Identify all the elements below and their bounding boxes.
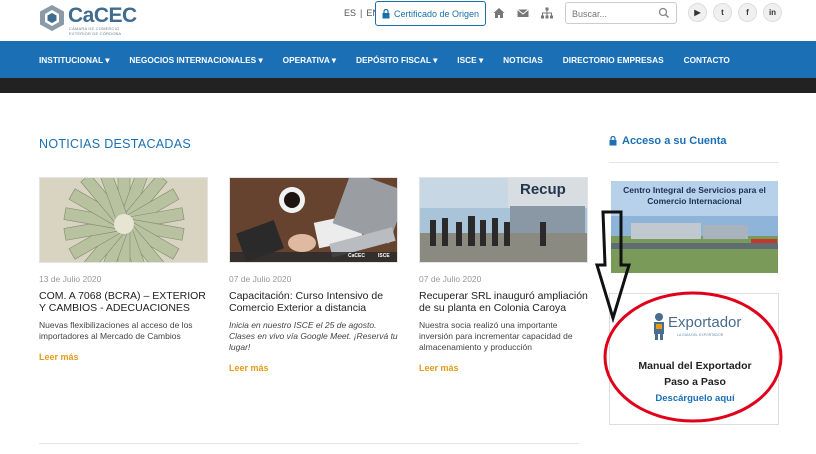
exporter-logo: Exportador LA GUÍA DEL EXPORTADOR [652,312,742,342]
image-brand-isce: ISCE [378,253,390,259]
facebook-icon[interactable]: f [738,3,757,22]
search-icon[interactable] [658,6,670,20]
sidebar-divider [609,162,779,163]
certificado-origen-button[interactable]: Certificado de Origen [375,1,486,26]
cacec-logo-icon [40,5,64,31]
lang-es[interactable]: ES [344,8,356,18]
top-bar: CaCEC CÁMARA DE COMERCIO EXTERIOR DE CÓR… [0,0,816,41]
news-date: 07 de Julio 2020 [229,274,292,284]
search-box [565,2,677,24]
exporter-title-line-1: Manual del Exportador [638,360,752,372]
lock-icon [609,136,617,146]
social-links: ▶ t f in [688,3,782,22]
account-access-label: Acceso a su Cuenta [622,135,727,147]
news-summary: Nuestra socia realizó una importante inv… [419,320,573,352]
read-more-link[interactable]: Leer más [419,363,588,373]
nav-item-deposito-fiscal[interactable]: DEPÓSITO FISCAL ▾ [356,55,437,65]
content-divider [39,443,579,444]
youtube-icon[interactable]: ▶ [688,3,707,22]
sitemap-icon[interactable] [540,6,554,20]
twitter-icon[interactable]: t [713,3,732,22]
exporter-manual-card[interactable]: Exportador LA GUÍA DEL EXPORTADOR Manual… [609,293,779,425]
read-more-link[interactable]: Leer más [39,352,208,362]
section-title: NOTICIAS DESTACADAS [39,137,192,151]
news-card: 13 de Julio 2020 COM. A 7068 (BCRA) – EX… [39,177,208,362]
download-link[interactable]: Descárguelo aquí [610,393,780,404]
nav-item-negocios-internacionales[interactable]: NEGOCIOS INTERNACIONALES ▾ [129,55,262,65]
account-access-link[interactable]: Acceso a su Cuenta [609,135,727,147]
news-image-laptop[interactable]: CaCEC ISCE [229,177,398,263]
news-date: 13 de Julio 2020 [39,274,102,284]
top-icons [492,6,554,20]
exporter-logo-text: Exportador [668,314,742,331]
read-more-link[interactable]: Leer más [229,363,398,373]
news-summary: Nuevas flexibilizaciones al acceso de lo… [39,320,193,341]
news-title[interactable]: COM. A 7068 (BCRA) – EXTERIOR Y CAMBIOS … [39,290,208,314]
exporter-title-line-2: Paso a Paso [664,376,726,388]
nav-item-operativa[interactable]: OPERATIVA ▾ [283,55,336,65]
news-card: Recup 07 de Julio 2020 Recuperar SRL ina… [419,177,588,373]
news-card: CaCEC ISCE 07 de Julio 2020 Capacitación… [229,177,398,373]
hero-strip [0,78,816,93]
banner-text: Centro Integral de Servicios para el Com… [623,185,766,206]
exporter-logo-subtitle: LA GUÍA DEL EXPORTADOR [677,333,724,337]
news-image-money[interactable] [39,177,208,263]
nav-item-noticias[interactable]: NOTICIAS [503,55,543,65]
laptop-image [230,178,397,262]
mail-icon[interactable] [516,6,530,20]
main-nav: INSTITUCIONAL ▾ NEGOCIOS INTERNACIONALES… [0,41,816,78]
news-summary: Inicia en nuestro ISCE el 25 de agosto. … [229,320,398,352]
image-brand-cacec: CaCEC [348,253,365,259]
exporter-person-icon [654,313,664,340]
nav-item-contacto[interactable]: CONTACTO [684,55,730,65]
news-title[interactable]: Recuperar SRL inauguró ampliación de su … [419,290,588,314]
linkedin-icon[interactable]: in [763,3,782,22]
news-date: 07 de Julio 2020 [419,274,482,284]
home-icon[interactable] [492,6,506,20]
news-image-plant[interactable]: Recup [419,177,588,263]
lock-icon [382,8,390,18]
nav-item-directorio-empresas[interactable]: DIRECTORIO EMPRESAS [563,55,664,65]
lang-separator: | [360,8,363,18]
certificado-origen-label: Certificado de Origen [393,8,480,19]
logo-subtitle: CÁMARA DE COMERCIO EXTERIOR DE CÓRDOBA [69,26,122,36]
cisci-banner[interactable]: Centro Integral de Servicios para el Com… [611,181,778,273]
nav-item-institucional[interactable]: INSTITUCIONAL ▾ [39,55,109,65]
cacec-logo[interactable]: CaCEC CÁMARA DE COMERCIO EXTERIOR DE CÓR… [39,4,159,36]
exporter-manual-title: Manual del Exportador Paso a Paso [610,358,780,390]
nav-item-isce[interactable]: ISCE ▾ [457,55,483,65]
image-sign: Recup [520,181,566,198]
search-input[interactable] [572,6,657,21]
money-image [40,178,207,262]
logo-text: CaCEC [68,4,137,27]
news-title[interactable]: Capacitación: Curso Intensivo de Comerci… [229,290,398,314]
